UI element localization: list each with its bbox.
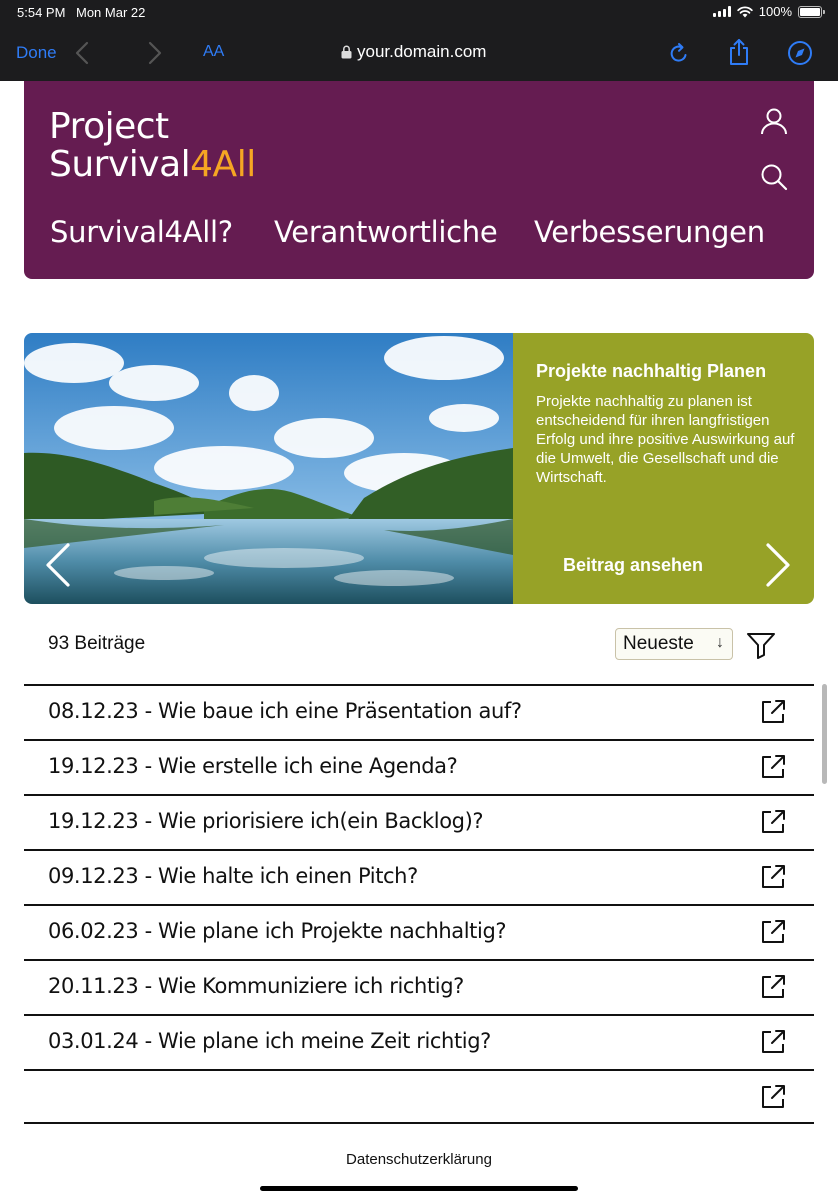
logo-accent-text: 4All xyxy=(190,144,256,185)
privacy-policy-link[interactable]: Datenschutzerklärung xyxy=(0,1151,838,1168)
logo-main-text: Survival xyxy=(49,144,191,185)
filter-icon[interactable] xyxy=(746,631,776,659)
external-link-icon[interactable] xyxy=(760,698,787,725)
hero-title: Projekte nachhaltig Planen xyxy=(536,361,767,381)
status-time: 5:54 PM xyxy=(17,5,66,20)
lock-icon xyxy=(341,45,352,59)
search-icon[interactable] xyxy=(760,163,788,191)
hero-description: Projekte nachhaltig zu planen ist entsch… xyxy=(536,393,795,486)
scrollbar[interactable] xyxy=(822,684,827,784)
reload-icon[interactable] xyxy=(668,41,690,65)
post-row[interactable]: 20.11.23 - Wie Kommuniziere ich richtig? xyxy=(24,959,814,1014)
external-link-icon[interactable] xyxy=(760,1028,787,1055)
home-indicator[interactable] xyxy=(260,1186,578,1191)
cellular-signal-icon xyxy=(712,6,731,17)
post-row[interactable]: 06.02.23 - Wie plane ich Projekte nachha… xyxy=(24,904,814,959)
post-title[interactable]: 19.12.23 - Wie priorisiere ich(ein Backl… xyxy=(48,809,484,833)
status-indicators: 100% xyxy=(712,4,825,19)
post-title[interactable]: 06.02.23 - Wie plane ich Projekte nachha… xyxy=(48,919,507,943)
hero-slider: Projekte nachhaltig Planen Projekte nach… xyxy=(24,333,814,604)
forward-arrow-icon[interactable] xyxy=(143,40,165,66)
external-link-icon[interactable] xyxy=(760,973,787,1000)
external-link-icon[interactable] xyxy=(760,918,787,945)
address-bar[interactable]: your.domain.com xyxy=(341,42,486,62)
back-arrow-icon[interactable] xyxy=(72,40,94,66)
post-row[interactable]: 19.12.23 - Wie erstelle ich eine Agenda? xyxy=(24,739,814,794)
hero-teaser-panel: Projekte nachhaltig Planen Projekte nach… xyxy=(513,333,814,604)
compass-icon[interactable] xyxy=(787,40,813,66)
previous-slide-chevron-icon[interactable] xyxy=(42,541,74,589)
post-title[interactable]: 09.12.23 - Wie halte ich einen Pitch? xyxy=(48,864,418,888)
post-row[interactable]: 08.12.23 - Wie baue ich eine Präsentatio… xyxy=(24,684,814,739)
text-size-button[interactable]: AA xyxy=(203,43,224,61)
browser-toolbar: Done AA your.domain.com xyxy=(0,26,838,81)
wifi-icon xyxy=(737,5,753,17)
external-link-icon[interactable] xyxy=(760,863,787,890)
url-text: your.domain.com xyxy=(357,42,487,61)
site-logo[interactable]: Project Survival4All xyxy=(49,108,256,184)
battery-percent: 100% xyxy=(758,4,792,19)
external-link-icon[interactable] xyxy=(760,753,787,780)
user-icon[interactable] xyxy=(760,107,788,135)
done-button[interactable]: Done xyxy=(16,43,57,63)
status-bar: 5:54 PM Mon Mar 22 100% xyxy=(0,0,838,26)
post-title[interactable]: 19.12.23 - Wie erstelle ich eine Agenda? xyxy=(48,754,458,778)
logo-line1: Project xyxy=(49,106,169,147)
post-row[interactable]: 03.01.24 - Wie plane ich meine Zeit rich… xyxy=(24,1014,814,1069)
battery-icon xyxy=(798,5,825,18)
post-row[interactable] xyxy=(24,1069,814,1124)
post-row[interactable]: 09.12.23 - Wie halte ich einen Pitch? xyxy=(24,849,814,904)
share-icon[interactable] xyxy=(727,38,751,66)
nav-item-verantwortliche[interactable]: Verantwortliche xyxy=(274,215,534,249)
post-count: 93 Beiträge xyxy=(48,633,146,654)
external-link-icon[interactable] xyxy=(760,808,787,835)
next-slide-chevron-icon[interactable] xyxy=(762,541,794,589)
sort-select[interactable]: Neueste ↓ xyxy=(615,628,733,660)
external-link-icon[interactable] xyxy=(760,1083,787,1110)
nav-item-verbesserungen[interactable]: Verbesserungen xyxy=(534,215,765,249)
nav-item-survival4all[interactable]: Survival4All? xyxy=(50,215,274,249)
post-list: 08.12.23 - Wie baue ich eine Präsentatio… xyxy=(24,684,814,1124)
status-date: Mon Mar 22 xyxy=(76,5,146,20)
lake-landscape-image xyxy=(24,333,513,604)
post-title[interactable]: 08.12.23 - Wie baue ich eine Präsentatio… xyxy=(48,699,522,723)
text-size-label: AA xyxy=(203,43,225,60)
sort-down-arrow-icon: ↓ xyxy=(716,634,724,651)
view-post-link[interactable]: Beitrag ansehen xyxy=(563,555,703,576)
main-nav: Survival4All? Verantwortliche Verbesseru… xyxy=(50,215,765,249)
post-row[interactable]: 19.12.23 - Wie priorisiere ich(ein Backl… xyxy=(24,794,814,849)
sort-value: Neueste xyxy=(623,633,694,654)
post-title[interactable]: 20.11.23 - Wie Kommuniziere ich richtig? xyxy=(48,974,464,998)
site-header: Project Survival4All Survival4All? Veran… xyxy=(24,81,814,279)
post-title[interactable]: 03.01.24 - Wie plane ich meine Zeit rich… xyxy=(48,1029,491,1053)
logo-line2: Survival4All xyxy=(49,146,256,184)
